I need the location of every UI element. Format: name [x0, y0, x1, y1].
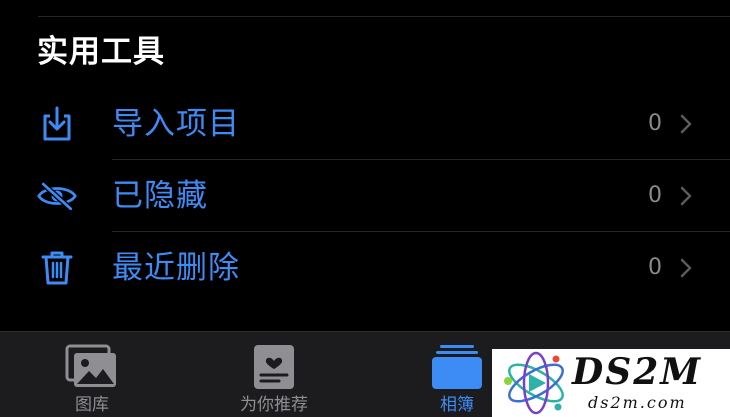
chevron-right-icon: [678, 112, 694, 136]
utility-row-label: 导入项目: [112, 106, 240, 142]
import-icon: [36, 104, 78, 144]
utility-row-label: 最近删除: [112, 250, 240, 286]
tab-label: 图库: [75, 395, 109, 415]
chevron-right-icon: [678, 256, 694, 280]
for-you-icon: [247, 344, 301, 390]
albums-screen: 实用工具 导入项目 0 已隐藏 0 最近删除 0 图库 为你推荐 相簿 DS2M…: [0, 0, 730, 417]
trash-icon: [36, 248, 78, 288]
utility-row-import[interactable]: 导入项目 0: [0, 88, 730, 160]
utility-row-count: 0: [648, 255, 662, 280]
tab-label: 为你推荐: [240, 395, 308, 415]
photo-library-icon: [65, 344, 119, 390]
utility-row-recently-deleted[interactable]: 最近删除 0: [0, 232, 730, 304]
atom-logo-icon: [504, 351, 564, 415]
section-title: 实用工具: [37, 34, 165, 70]
watermark-subtext: ds2m.com: [588, 393, 687, 412]
tab-for-you[interactable]: 为你推荐: [204, 332, 344, 417]
tab-library[interactable]: 图库: [22, 332, 162, 417]
albums-icon: [430, 344, 484, 390]
watermark-logo: DS2M ds2m.com: [492, 349, 730, 417]
chevron-right-icon: [678, 184, 694, 208]
watermark-text: DS2M: [572, 351, 703, 393]
utility-row-count: 0: [648, 111, 662, 136]
eye-slash-icon: [36, 176, 78, 216]
divider: [38, 16, 730, 17]
utility-row-hidden[interactable]: 已隐藏 0: [0, 160, 730, 232]
utility-row-label: 已隐藏: [112, 178, 208, 214]
utility-row-count: 0: [648, 183, 662, 208]
